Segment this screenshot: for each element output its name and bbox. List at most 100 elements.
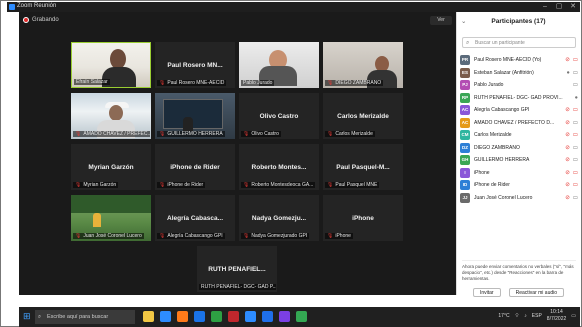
tile-label-text: Roberto Montesdeoca GA...: [251, 182, 314, 188]
unmute-audio-button[interactable]: Reactivar mi audio: [508, 288, 565, 297]
taskbar-search-input[interactable]: ⌕ Escribe aquí para buscar: [35, 310, 135, 324]
taskbar-search-placeholder: Escribe aquí para buscar: [47, 314, 109, 320]
participant-avatar: PR: [460, 55, 470, 66]
participant-name: Carlos Merizalde: [474, 132, 512, 139]
participant-avatar: RP: [460, 92, 470, 103]
video-tile[interactable]: Paul Rosero MN... 🎙︎ Paul Rosero MNE-AECID: [155, 42, 235, 88]
tile-label-text: Olivo Castro: [251, 131, 279, 137]
participant-row[interactable]: AC Alegría Cabascango GPI ⊘ ▭: [460, 104, 578, 117]
language-indicator[interactable]: ESP: [532, 313, 542, 319]
camera-off-icon: ▭: [572, 182, 578, 189]
participant-row[interactable]: DZ DIEGO ZAMBRANO ⊘ ▭: [460, 142, 578, 155]
video-tile[interactable]: Carlos Merizalde 🎙︎ Carlos Merizalde: [323, 93, 403, 139]
participant-avatar: CM: [460, 130, 470, 141]
video-tile[interactable]: 🎙︎ DIEGO ZAMBRANO: [323, 42, 403, 88]
windows-start-icon[interactable]: ⊞: [23, 312, 31, 321]
video-tile[interactable]: 🎙︎ Juan José Coronel Lucero: [71, 195, 151, 241]
video-tile[interactable]: Myrian Garzón 🎙︎ Myrian Garzón: [71, 144, 151, 190]
participant-row[interactable]: ES Esteban Salazar (Anfitrión) ● ▭: [460, 67, 578, 80]
tile-center-name: Paul Rosero MN...: [167, 62, 223, 70]
participant-status-icons: ⊘ ▭: [565, 145, 578, 151]
mic-muted-icon: 🎙︎: [243, 131, 250, 137]
taskbar-app-icon[interactable]: [177, 311, 188, 322]
network-icon[interactable]: ⌔: [515, 313, 520, 319]
tile-name-label: 🎙︎ Carlos Merizalde: [325, 131, 375, 137]
video-tile[interactable]: Olivo Castro 🎙︎ Olivo Castro: [239, 93, 319, 139]
mic-muted-icon: ⊘: [565, 182, 570, 189]
video-tile[interactable]: iPhone 🎙︎ iPhone: [323, 195, 403, 241]
tile-label-text: Juan José Coronel Lucero: [83, 233, 142, 239]
weather-temperature[interactable]: 17°C: [498, 313, 509, 319]
mic-on-icon: ●: [566, 69, 570, 76]
participant-row[interactable]: PR Paul Rosero MNE-AECID (Yo) ⊘ ▭: [460, 54, 578, 67]
taskbar-clock[interactable]: 10:14 8/7/2022: [547, 309, 566, 323]
participant-name: Pablo Jurado: [474, 82, 504, 89]
video-tile[interactable]: RUTH PEÑAFIEL... RUTH PEÑAFIEL- DGC- GAD …: [197, 246, 277, 292]
taskbar-app-icon[interactable]: [194, 311, 205, 322]
participant-row[interactable]: ID iPhone de Rider ⊘ ▭: [460, 179, 578, 192]
taskbar-app-icon[interactable]: [228, 311, 239, 322]
video-tile[interactable]: iPhone de Rider 🎙︎ iPhone de Rider: [155, 144, 235, 190]
participant-row[interactable]: GH GUILLERMO HERRERA ⊘ ▭: [460, 154, 578, 167]
participants-footer: Invitar Reactivar mi audio: [457, 288, 580, 300]
participant-row[interactable]: PJ Pablo Jurado ▭: [460, 79, 578, 92]
tile-center-name: Myrian Garzón: [88, 164, 134, 172]
camera-on-icon: ▭: [572, 82, 578, 89]
volume-icon[interactable]: ♪: [524, 313, 527, 319]
participant-name: Juan José Coronel Lucero: [474, 194, 533, 201]
camera-on-icon: ▭: [572, 119, 578, 126]
minimize-icon[interactable]: –: [538, 2, 552, 12]
video-tile[interactable]: Efraín Salazar: [71, 42, 151, 88]
video-tile[interactable]: Nadya Gomezju... 🎙︎ Nadya Gomezjurado GPI: [239, 195, 319, 241]
participant-row[interactable]: AC AMADO CHAVEZ / PREFECTO D... ⊘ ▭: [460, 117, 578, 130]
notifications-icon[interactable]: ▭: [571, 313, 576, 319]
tile-center-name: Paul Pasquel-M...: [336, 164, 390, 172]
tile-name-label: 🎙︎ Olivo Castro: [241, 131, 281, 137]
taskbar-app-icon[interactable]: [160, 311, 171, 322]
tile-name-label: 🎙︎ Alegría Cabascango GPI: [157, 233, 225, 239]
participant-list: PR Paul Rosero MNE-AECID (Yo) ⊘ ▭ ES Esteban …: [460, 54, 578, 204]
video-tile[interactable]: Alegría Cabasca... 🎙︎ Alegría Cabascango G…: [155, 195, 235, 241]
tile-center-name: Roberto Montes...: [251, 164, 307, 172]
participant-status-icons: ⊘ ▭: [565, 182, 578, 188]
participant-name: iPhone de Rider: [474, 182, 510, 189]
chevron-down-icon[interactable]: ⌄: [461, 12, 466, 32]
camera-on-icon: ▭: [572, 194, 578, 201]
maximize-icon[interactable]: ▢: [552, 2, 566, 12]
participant-search-input[interactable]: ⌕ Buscar un participante: [462, 37, 576, 48]
participant-row[interactable]: RP RUTH PEÑAFIEL- DGC- GAD PROVI... ●: [460, 92, 578, 105]
tile-name-label: 🎙︎ AMADO CHAVEZ / PREFEC...: [73, 131, 150, 137]
taskbar-app-icon[interactable]: [211, 311, 222, 322]
participant-status-icons: ⊘ ▭: [565, 120, 578, 126]
video-tile[interactable]: 🎙︎ GUILLERMO HERRERA: [155, 93, 235, 139]
taskbar-app-icon[interactable]: [245, 311, 256, 322]
mic-muted-icon: ⊘: [565, 169, 570, 176]
close-icon[interactable]: ✕: [566, 2, 580, 12]
participant-name: RUTH PEÑAFIEL- DGC- GAD PROVI...: [474, 94, 563, 101]
mic-on-icon: ●: [574, 94, 578, 101]
participant-row[interactable]: IiPhone ⊘ ▭: [460, 167, 578, 180]
participant-row[interactable]: CM Carlos Merizalde ⊘ ▭: [460, 129, 578, 142]
tile-label-text: RUTH PEÑAFIEL- DGC- GAD P...: [201, 284, 276, 290]
recording-label: Grabando: [32, 17, 59, 23]
taskbar-app-icon[interactable]: [262, 311, 273, 322]
participant-status-icons: ●: [575, 95, 578, 101]
taskbar-app-icon[interactable]: [143, 311, 154, 322]
tile-center-name: Nadya Gomezju...: [251, 215, 307, 223]
camera-off-icon: ▭: [572, 132, 578, 139]
view-button[interactable]: Ver: [430, 16, 452, 25]
invite-button[interactable]: Invitar: [472, 288, 501, 297]
video-tile[interactable]: 🎙︎ AMADO CHAVEZ / PREFEC...: [71, 93, 151, 139]
taskbar-app-icon[interactable]: [279, 311, 290, 322]
mic-muted-icon: 🎙︎: [327, 131, 334, 137]
participant-name: GUILLERMO HERRERA: [474, 157, 530, 164]
tile-name-label: Pablo Jurado: [241, 80, 275, 86]
video-tile[interactable]: Paul Pasquel-M... 🎙︎ Paul Pasquel MNE: [323, 144, 403, 190]
video-tile[interactable]: Pablo Jurado: [239, 42, 319, 88]
video-tile[interactable]: Roberto Montes... 🎙︎ Roberto Montesdeoca G…: [239, 144, 319, 190]
participants-title: Participantes (17): [491, 18, 546, 25]
participant-row[interactable]: JJ Juan José Coronel Lucero ⊘ ▭: [460, 192, 578, 205]
participant-name: Esteban Salazar (Anfitrión): [474, 69, 534, 76]
tile-label-text: Myrian Garzón: [83, 182, 117, 188]
taskbar-app-icon[interactable]: [296, 311, 307, 322]
